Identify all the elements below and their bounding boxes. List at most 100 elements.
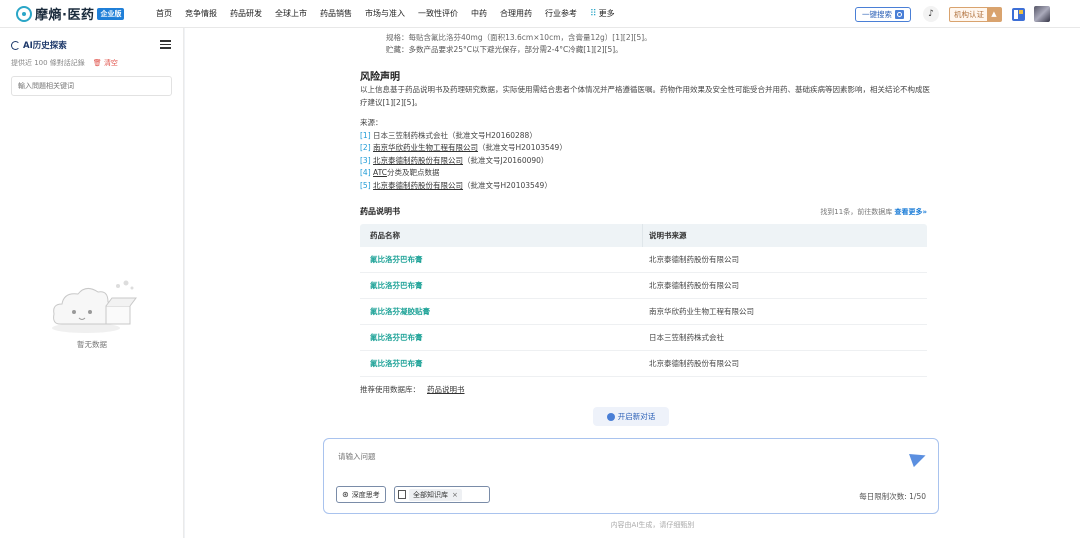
daily-limit: 每日限制次数: 1/50 xyxy=(859,492,926,501)
drug-name-link[interactable]: 氟比洛芬巴布膏 xyxy=(360,332,649,343)
col-source: 说明书来源 xyxy=(649,231,687,240)
drug-name-link[interactable]: 氟比洛芬巴布膏 xyxy=(360,358,649,369)
table-header: 药品名称 说明书来源 xyxy=(360,224,927,247)
main-nav: 首页 竞争情报 药品研发 全球上市 药品销售 市场与准入 一致性评价 中药 合理… xyxy=(156,8,628,19)
table-meta: 找到11条，前往数据库 查看更多» xyxy=(820,207,927,217)
drug-label-table: 药品名称 说明书来源 氟比洛芬巴布膏 北京泰德制药股份有限公司 氟比洛芬巴布膏 北京… xyxy=(360,224,927,377)
nav-industry[interactable]: 行业参考 xyxy=(545,8,577,19)
deep-think-label: 深度思考 xyxy=(351,490,380,499)
drug-source: 日本三笠制药株式会社 xyxy=(649,333,724,342)
send-icon[interactable] xyxy=(909,448,928,468)
clear-history-button[interactable]: 🗑 清空 xyxy=(93,58,118,68)
atom-icon: ⊛ xyxy=(342,490,349,499)
result-count: 找到11条，前往数据库 xyxy=(820,207,893,216)
empty-text: 暫无数据 xyxy=(77,340,107,349)
nav-more-label: 更多 xyxy=(598,9,615,18)
sidebar-subtitle: 提供近 100 條對話記錄 🗑 清空 xyxy=(11,58,118,68)
edition-badge: 企业版 xyxy=(97,7,125,20)
logo-icon xyxy=(16,5,32,22)
table-row[interactable]: 氟比洛芬巴布膏 北京泰德制药股份有限公司 xyxy=(360,273,927,299)
sources-block: 来源： [1] 日本三笠制药株式会社（批准文号H20160288） [2] 南京… xyxy=(360,117,930,192)
source-link[interactable]: ATC xyxy=(373,168,387,177)
table-row[interactable]: 氟比洛芬巴布膏 北京泰德制药股份有限公司 xyxy=(360,247,927,273)
source-item: [2] 南京华欣药业生物工程有限公司（批准文号H20103549） xyxy=(360,142,930,155)
source-text: （批准文号J20160090） xyxy=(463,155,549,165)
nav-rational-use[interactable]: 合理用药 xyxy=(500,8,532,19)
knowledge-base-select[interactable]: 全部知识库 × xyxy=(394,486,490,503)
logo-text: 摩熵·医药 xyxy=(35,8,95,23)
nav-home[interactable]: 首页 xyxy=(156,8,172,19)
question-input[interactable] xyxy=(338,451,858,465)
table-row[interactable]: 氟比洛芬巴布膏 日本三笠制药株式会社 xyxy=(360,325,927,351)
sidebar-title-text: AI历史探索 xyxy=(23,41,67,51)
nav-competition[interactable]: 竞争情报 xyxy=(185,8,217,19)
collapse-menu-icon[interactable] xyxy=(160,40,171,51)
search-button-label: 一键搜索 xyxy=(862,9,892,19)
history-sidebar: AI历史探索 提供近 100 條對話記錄 🗑 清空 暫无数据 xyxy=(0,28,184,538)
book-icon xyxy=(398,490,406,499)
drug-name-link[interactable]: 氟比洛芬巴布膏 xyxy=(360,280,649,291)
nav-consistency[interactable]: 一致性评价 xyxy=(418,8,458,19)
drug-name-link[interactable]: 氟比洛芬巴布膏 xyxy=(360,254,649,265)
source-link[interactable]: 北京泰德制药股份有限公司 xyxy=(373,156,463,165)
source-link[interactable]: 南京华欣药业生物工程有限公司 xyxy=(373,143,478,152)
kb-tag-label: 全部知识库 xyxy=(413,490,448,499)
storage-line: 贮藏：多数产品要求25°C以下避光保存，部分需2-4°C冷藏[1][2][5]。 xyxy=(386,45,623,54)
chat-composer: ⊛ 深度思考 全部知识库 × 每日限制次数: 1/50 xyxy=(323,438,939,514)
source-text: 分类及靶点数据 xyxy=(386,168,440,177)
drug-name-link[interactable]: 氟比洛芬凝胶贴膏 xyxy=(360,306,649,317)
source-ref[interactable]: [4] xyxy=(360,168,371,177)
main-content: 规格：每贴含氟比洛芬40mg（面积13.6cm×10cm，含膏量12g）[1][… xyxy=(185,28,1080,538)
logo[interactable]: 摩熵·医药 企业版 xyxy=(16,4,148,23)
empty-illustration-icon xyxy=(52,280,137,333)
sources-label: 来源： xyxy=(360,118,383,127)
recommend-db: 推荐使用数据库： 药品说明书 xyxy=(360,384,930,395)
nav-more[interactable]: ⠿ 更多 xyxy=(590,8,615,19)
source-item: [3] 北京泰德制药股份有限公司（批准文号J20160090） xyxy=(360,155,930,168)
source-item: [4] ATC分类及靶点数据 xyxy=(360,167,930,180)
source-ref[interactable]: [3] xyxy=(360,156,371,165)
nav-market[interactable]: 市场与准入 xyxy=(365,8,405,19)
grid-icon: ⠿ xyxy=(590,8,597,19)
top-header: 摩熵·医药 企业版 首页 竞争情报 药品研发 全球上市 药品销售 市场与准入 一… xyxy=(0,0,1080,28)
drug-source: 北京泰德制药股份有限公司 xyxy=(649,281,739,290)
table-row[interactable]: 氟比洛芬巴布膏 北京泰德制药股份有限公司 xyxy=(360,351,927,377)
bell-icon[interactable]: ♪ xyxy=(923,6,939,22)
source-ref[interactable]: [5] xyxy=(360,181,371,190)
new-chat-button[interactable]: 开启新对话 xyxy=(593,407,669,426)
table-row[interactable]: 氟比洛芬凝胶贴膏 南京华欣药业生物工程有限公司 xyxy=(360,299,927,325)
ai-disclaimer: 内容由AI生成，请仔细甄别 xyxy=(610,521,695,529)
history-icon xyxy=(11,40,20,50)
org-certify-button[interactable]: 机构认证 ▲ xyxy=(949,6,1002,22)
app-switch-icon[interactable] xyxy=(1012,7,1025,21)
table-header-row: 药品说明书 找到11条，前往数据库 查看更多» xyxy=(360,206,927,217)
avatar[interactable] xyxy=(1034,6,1050,22)
drug-source: 南京华欣药业生物工程有限公司 xyxy=(649,307,754,316)
history-search-input[interactable] xyxy=(11,76,172,96)
source-link[interactable]: 北京泰德制药股份有限公司 xyxy=(373,181,463,190)
source-item: [5] 北京泰德制药股份有限公司（批准文号H20103549） xyxy=(360,180,930,193)
recommend-db-link[interactable]: 药品说明书 xyxy=(427,385,465,394)
drug-source: 北京泰德制药股份有限公司 xyxy=(649,359,739,368)
source-text: （批准文号H20103549） xyxy=(463,180,552,190)
thumbs-up-icon: ▲ xyxy=(987,7,1001,21)
deep-think-toggle[interactable]: ⊛ 深度思考 xyxy=(336,486,386,503)
nav-rnd[interactable]: 药品研发 xyxy=(230,8,262,19)
col-drug-name: 药品名称 xyxy=(360,224,643,247)
nav-global[interactable]: 全球上市 xyxy=(275,8,307,19)
spec-line: 规格：每贴含氟比洛芬40mg（面积13.6cm×10cm，含膏量12g）[1][… xyxy=(386,33,652,42)
kb-tag: 全部知识库 × xyxy=(409,488,462,501)
risk-body: 以上信息基于药品说明书及药理研究数据，实际使用需结合患者个体情况并严格遵循医嘱。… xyxy=(360,85,930,107)
table-title: 药品说明书 xyxy=(360,207,400,216)
drug-source: 北京泰德制药股份有限公司 xyxy=(649,255,739,264)
source-ref[interactable]: [1] xyxy=(360,131,371,140)
one-click-search-button[interactable]: 一键搜索 xyxy=(855,6,911,22)
source-item: [1] 日本三笠制药株式会社（批准文号H20160288） xyxy=(360,130,930,143)
nav-sales[interactable]: 药品销售 xyxy=(320,8,352,19)
close-icon[interactable]: × xyxy=(452,491,458,499)
chat-bubble-icon xyxy=(606,412,615,421)
source-ref[interactable]: [2] xyxy=(360,143,371,152)
nav-tcm[interactable]: 中药 xyxy=(471,8,487,19)
view-more-link[interactable]: 查看更多» xyxy=(894,208,927,216)
header-actions: 一键搜索 ♪ 机构认证 ▲ xyxy=(855,5,1050,23)
